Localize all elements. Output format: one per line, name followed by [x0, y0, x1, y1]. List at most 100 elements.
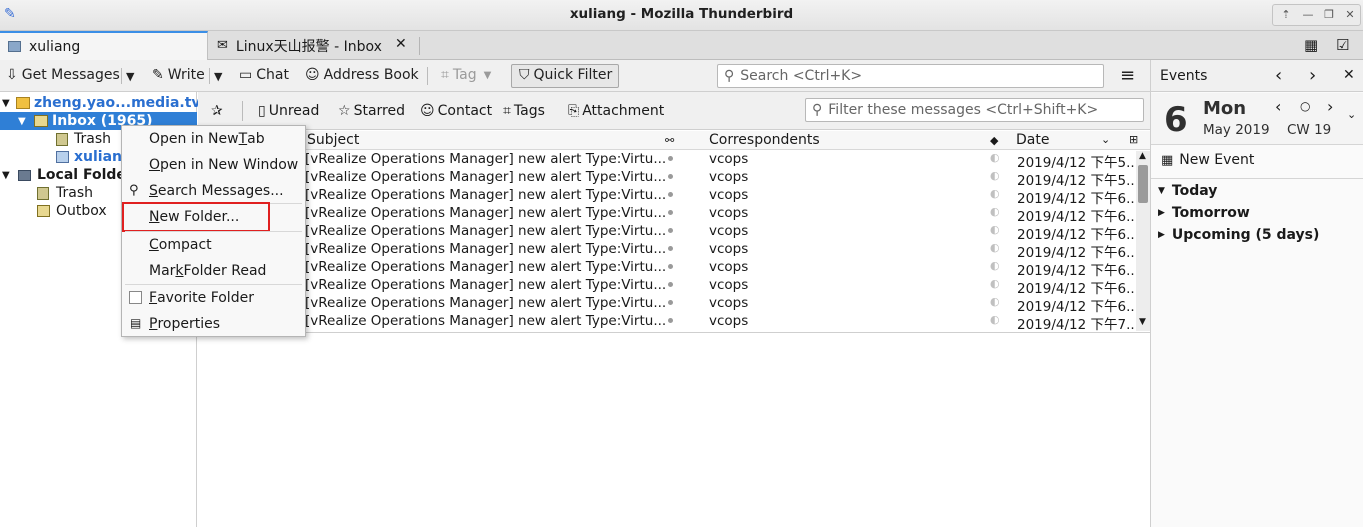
today-pane-toggle-icon[interactable]: ⌄: [1347, 108, 1356, 121]
contact-filter-button[interactable]: ☺ Contact: [420, 103, 492, 119]
read-status-icon[interactable]: [668, 210, 673, 215]
junk-icon[interactable]: ◐: [990, 169, 1000, 182]
write-dropdown-icon[interactable]: ▼: [214, 70, 222, 83]
app-menu-icon[interactable]: ≡: [1120, 65, 1135, 86]
junk-icon[interactable]: ◐: [990, 313, 1000, 326]
menu-open-new-tab[interactable]: Open in New Tab: [122, 126, 305, 152]
message-subject: [vRealize Operations Manager] new alert …: [305, 241, 667, 257]
quick-filter-bar: ✰ ▯ Unread ☆ Starred ☺ Contact ⌗ Tags ⎘ …: [198, 92, 1150, 130]
message-row[interactable]: [vRealize Operations Manager] new alert …: [198, 169, 1139, 189]
tags-filter-button[interactable]: ⌗ Tags: [503, 103, 545, 119]
scroll-down-icon[interactable]: ▼: [1139, 317, 1146, 327]
keep-above-icon[interactable]: ⇡: [1278, 7, 1294, 23]
junk-icon[interactable]: ◐: [990, 241, 1000, 254]
message-date: 2019/4/12 下午6...: [1017, 299, 1139, 315]
agenda-upcoming[interactable]: ▶ Upcoming (5 days): [1158, 227, 1319, 243]
unread-filter-button[interactable]: ▯ Unread: [258, 103, 319, 119]
menu-compact[interactable]: Compact: [122, 232, 305, 258]
read-status-icon[interactable]: [668, 174, 673, 179]
next-day-icon[interactable]: ›: [1327, 97, 1333, 116]
message-row[interactable]: [vRealize Operations Manager] new alert …: [198, 313, 1139, 333]
message-row[interactable]: [vRealize Operations Manager] new alert …: [198, 241, 1139, 261]
junk-status-icon[interactable]: ◆: [990, 134, 998, 147]
message-row[interactable]: [vRealize Operations Manager] new alert …: [198, 205, 1139, 225]
tab-label: Linux天山报警 - Inbox: [235, 38, 382, 55]
junk-icon[interactable]: ◐: [990, 277, 1000, 290]
agenda-today[interactable]: ▼ Today: [1158, 183, 1217, 199]
message-subject: [vRealize Operations Manager] new alert …: [305, 187, 667, 203]
folder-account[interactable]: ▼ zheng.yao...media.tv: [2, 94, 201, 112]
thread-scrollbar[interactable]: ▲ ▼: [1136, 151, 1150, 331]
get-messages-button[interactable]: ⇩ Get Messages: [6, 67, 120, 83]
new-folder-highlight-box: [122, 202, 270, 232]
menu-favorite-folder[interactable]: Favorite Folder: [122, 285, 305, 311]
calendar-tab-icon[interactable]: ▦: [1304, 36, 1318, 54]
attachment-filter-button[interactable]: ⎘ Attachment: [568, 103, 664, 119]
read-status-icon[interactable]: [668, 246, 673, 251]
restore-icon[interactable]: ❐: [1321, 7, 1337, 23]
tab-folder-xuliang[interactable]: xuliang: [0, 31, 208, 60]
menu-mark-folder-read[interactable]: Mar k Folder Read: [122, 258, 305, 284]
write-button[interactable]: ✎ Write: [152, 67, 205, 83]
next-arrow-icon[interactable]: ›: [1309, 65, 1316, 86]
menu-accesskey: O: [149, 157, 161, 173]
read-status-icon[interactable]: [668, 300, 673, 305]
read-status-icon[interactable]: [668, 156, 673, 161]
address-book-button[interactable]: ☺ Address Book: [305, 67, 419, 83]
read-status-icon[interactable]: [668, 228, 673, 233]
filter-messages-input[interactable]: ⚲ Filter these messages <Ctrl+Shift+K>: [805, 98, 1144, 122]
junk-icon[interactable]: ◐: [990, 187, 1000, 200]
column-correspondents[interactable]: Correspondents: [709, 132, 820, 148]
starred-filter-button[interactable]: ☆ Starred: [338, 103, 405, 119]
folder-local-trash[interactable]: Trash: [37, 184, 93, 202]
tag-button[interactable]: ⌗ Tag ▼: [441, 67, 491, 83]
junk-icon[interactable]: ◐: [990, 295, 1000, 308]
collapse-arrow-icon[interactable]: ▼: [18, 116, 34, 127]
favorite-checkbox[interactable]: [129, 291, 142, 304]
close-events-icon[interactable]: ✕: [1343, 67, 1355, 83]
new-event-button[interactable]: ▦ New Event: [1161, 152, 1254, 168]
today-circle-icon[interactable]: ○: [1300, 99, 1310, 113]
junk-icon[interactable]: ◐: [990, 223, 1000, 236]
chat-button[interactable]: ▭ Chat: [239, 67, 289, 83]
folder-outbox[interactable]: Outbox: [37, 202, 107, 220]
message-row[interactable]: [vRealize Operations Manager] new alert …: [198, 295, 1139, 315]
prev-day-icon[interactable]: ‹: [1275, 97, 1281, 116]
global-search-input[interactable]: ⚲ Search <Ctrl+K>: [717, 64, 1104, 88]
scroll-up-icon[interactable]: ▲: [1139, 151, 1146, 161]
close-tab-icon[interactable]: ✕: [395, 36, 407, 52]
collapse-arrow-icon[interactable]: ▼: [2, 98, 16, 109]
menu-open-new-window[interactable]: Open in New Window: [122, 152, 305, 178]
read-status-icon[interactable]: [668, 282, 673, 287]
junk-icon[interactable]: ◐: [990, 205, 1000, 218]
menu-search-messages[interactable]: ⚲ Search Messages...: [122, 178, 305, 204]
message-row[interactable]: [vRealize Operations Manager] new alert …: [198, 259, 1139, 279]
pin-filter-icon[interactable]: ✰: [211, 103, 223, 119]
column-picker-icon[interactable]: ⊞: [1129, 133, 1138, 146]
scroll-thumb[interactable]: [1138, 165, 1148, 203]
junk-icon[interactable]: ◐: [990, 259, 1000, 272]
sort-descending-icon[interactable]: ⌄: [1101, 133, 1110, 146]
message-row[interactable]: [vRealize Operations Manager] new alert …: [198, 151, 1139, 171]
junk-icon[interactable]: ◐: [990, 151, 1000, 164]
tasks-tab-icon[interactable]: ☑: [1336, 36, 1349, 54]
column-subject[interactable]: Subject: [307, 132, 359, 148]
column-date[interactable]: Date: [1016, 132, 1049, 148]
menu-properties[interactable]: ▤ Properties: [122, 311, 305, 337]
close-window-icon[interactable]: ✕: [1342, 7, 1358, 23]
message-row[interactable]: [vRealize Operations Manager] new alert …: [198, 277, 1139, 297]
collapse-arrow-icon[interactable]: ▼: [2, 170, 18, 181]
minimize-icon[interactable]: —: [1300, 7, 1316, 23]
message-date: 2019/4/12 下午6...: [1017, 209, 1139, 225]
agenda-tomorrow[interactable]: ▶ Tomorrow: [1158, 205, 1250, 221]
prev-arrow-icon[interactable]: ‹: [1275, 65, 1282, 86]
thread-icon[interactable]: ⚯: [665, 134, 674, 147]
get-messages-dropdown-icon[interactable]: ▼: [126, 70, 134, 83]
tab-linux-inbox[interactable]: ✉ Linux天山报警 - Inbox ✕: [209, 31, 419, 60]
folder-trash[interactable]: Trash: [56, 130, 111, 148]
read-status-icon[interactable]: [668, 192, 673, 197]
message-row[interactable]: [vRealize Operations Manager] new alert …: [198, 223, 1139, 243]
read-status-icon[interactable]: [668, 264, 673, 269]
message-row[interactable]: [vRealize Operations Manager] new alert …: [198, 187, 1139, 207]
read-status-icon[interactable]: [668, 318, 673, 323]
